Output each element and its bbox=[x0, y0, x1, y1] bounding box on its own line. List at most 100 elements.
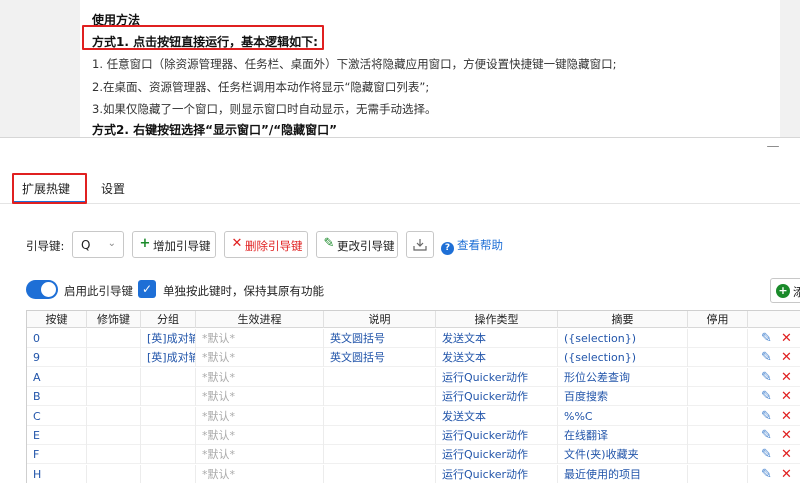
plus-circle-icon: + bbox=[776, 284, 790, 298]
table-row[interactable]: F *默认* 运行Quicker动作 文件(夹)收藏夹 ✎ ✕ bbox=[27, 445, 800, 465]
table-row[interactable]: A *默认* 运行Quicker动作 形位公差查询 ✎ ✕ bbox=[27, 367, 800, 387]
delete-row-icon[interactable]: ✕ bbox=[779, 467, 794, 482]
table-row[interactable]: E *默认* 运行Quicker动作 在线翻译 ✎ ✕ bbox=[27, 426, 800, 445]
delete-row-icon[interactable]: ✕ bbox=[779, 331, 794, 346]
pencil-icon: ✎ bbox=[323, 236, 335, 251]
import-button[interactable] bbox=[406, 231, 434, 258]
enable-leader-key-toggle[interactable] bbox=[26, 280, 58, 299]
col-summary[interactable]: 摘要 bbox=[558, 311, 688, 328]
minimize-button[interactable]: — bbox=[766, 140, 780, 156]
tab-settings[interactable]: 设置 bbox=[101, 180, 125, 197]
cell-type: 运行Quicker动作 bbox=[436, 367, 558, 387]
cell-proc: *默认* bbox=[196, 329, 324, 348]
leader-key-select[interactable]: Q ⌄ bbox=[72, 231, 124, 258]
cell-disabled bbox=[688, 426, 748, 445]
delete-row-icon[interactable]: ✕ bbox=[779, 370, 794, 385]
table-row[interactable]: 9 [英]成对输 *默认* 英文圆括号 发送文本 ({selection}) ✎ ✕ bbox=[27, 348, 800, 368]
cell-summary: 百度搜索 bbox=[558, 387, 688, 407]
table-row[interactable]: 0 [英]成对输 *默认* 英文圆括号 发送文本 ({selection}) ✎ ✕ bbox=[27, 329, 800, 348]
cell-disabled bbox=[688, 329, 748, 348]
edit-row-icon[interactable]: ✎ bbox=[759, 447, 774, 462]
cell-desc bbox=[324, 426, 436, 445]
table-row[interactable]: B *默认* 运行Quicker动作 百度搜索 ✎ ✕ bbox=[27, 387, 800, 407]
edit-row-icon[interactable]: ✎ bbox=[759, 331, 774, 346]
edit-row-icon[interactable]: ✎ bbox=[759, 370, 774, 385]
cell-mod bbox=[87, 406, 141, 426]
options-row: 启用此引导键 ✓ 单独按此键时，保持其原有功能 + 添 bbox=[0, 278, 800, 303]
doc-method-2: 方式2. 右键按钮选择“显示窗口”/“隐藏窗口” bbox=[92, 123, 338, 137]
delete-row-icon[interactable]: ✕ bbox=[779, 428, 794, 443]
add-hotkey-button[interactable]: + 添 bbox=[770, 278, 800, 303]
edit-row-icon[interactable]: ✎ bbox=[759, 467, 774, 482]
col-key[interactable]: 按键 bbox=[27, 311, 87, 328]
cell-desc bbox=[324, 445, 436, 465]
cell-type: 发送文本 bbox=[436, 329, 558, 348]
checkmark-icon: ✓ bbox=[141, 282, 153, 296]
cell-disabled bbox=[688, 367, 748, 387]
col-description[interactable]: 说明 bbox=[324, 311, 436, 328]
col-group[interactable]: 分组 bbox=[141, 311, 196, 328]
delete-row-icon[interactable]: ✕ bbox=[779, 409, 794, 424]
toggle-knob bbox=[41, 282, 56, 297]
edit-leader-key-button[interactable]: ✎ 更改引导键 bbox=[316, 231, 398, 258]
cell-summary: 在线翻译 bbox=[558, 426, 688, 445]
keep-original-function-label: 单独按此键时，保持其原有功能 bbox=[163, 284, 324, 298]
cell-proc: *默认* bbox=[196, 367, 324, 387]
table-header: 按键 修饰键 分组 生效进程 说明 操作类型 摘要 停用 bbox=[27, 311, 800, 328]
cell-type: 运行Quicker动作 bbox=[436, 387, 558, 407]
cell-key: 0 bbox=[27, 329, 87, 348]
delete-leader-key-button[interactable]: ✕ 删除引导键 bbox=[224, 231, 308, 258]
cell-group bbox=[141, 426, 196, 445]
doc-step-1: 1. 任意窗口（除资源管理器、任务栏、桌面外）下激活将隐藏应用窗口，方便设置快捷… bbox=[92, 57, 617, 71]
add-leader-key-button[interactable]: + 增加引导键 bbox=[132, 231, 216, 258]
cell-desc: 英文圆括号 bbox=[324, 329, 436, 348]
table-row[interactable]: H *默认* 运行Quicker动作 最近使用的项目 ✎ ✕ bbox=[27, 464, 800, 483]
edit-row-icon[interactable]: ✎ bbox=[759, 350, 774, 365]
cell-mod bbox=[87, 464, 141, 483]
edit-row-icon[interactable]: ✎ bbox=[759, 409, 774, 424]
enable-leader-key-label: 启用此引导键 bbox=[64, 284, 133, 298]
cell-mod bbox=[87, 387, 141, 407]
cell-type: 运行Quicker动作 bbox=[436, 445, 558, 465]
cell-key: A bbox=[27, 367, 87, 387]
help-link[interactable]: ? 查看帮助 bbox=[441, 237, 503, 255]
cell-disabled bbox=[688, 445, 748, 465]
edit-row-icon[interactable]: ✎ bbox=[759, 428, 774, 443]
col-process[interactable]: 生效进程 bbox=[196, 311, 324, 328]
cell-type: 发送文本 bbox=[436, 406, 558, 426]
toolbar: 引导键: Q ⌄ + 增加引导键 ✕ 删除引导键 ✎ 更改引导键 ? 查看帮助 bbox=[0, 230, 800, 258]
delete-row-icon[interactable]: ✕ bbox=[779, 447, 794, 462]
col-modifier[interactable]: 修饰键 bbox=[87, 311, 141, 328]
hotkey-table: 按键 修饰键 分组 生效进程 说明 操作类型 摘要 停用 0 [英]成对输 *默认*… bbox=[26, 310, 800, 483]
delete-row-icon[interactable]: ✕ bbox=[779, 389, 794, 404]
cell-key: C bbox=[27, 406, 87, 426]
cell-proc: *默认* bbox=[196, 426, 324, 445]
cell-type: 运行Quicker动作 bbox=[436, 464, 558, 483]
cell-disabled bbox=[688, 406, 748, 426]
cell-key: B bbox=[27, 387, 87, 407]
col-action-type[interactable]: 操作类型 bbox=[436, 311, 558, 328]
keep-original-function-checkbox[interactable]: ✓ bbox=[138, 280, 156, 298]
cell-group bbox=[141, 367, 196, 387]
cell-proc: *默认* bbox=[196, 348, 324, 368]
cell-group: [英]成对输 bbox=[141, 348, 196, 368]
cell-mod bbox=[87, 367, 141, 387]
col-disabled[interactable]: 停用 bbox=[688, 311, 748, 328]
cell-group bbox=[141, 445, 196, 465]
cell-proc: *默认* bbox=[196, 406, 324, 426]
cell-disabled bbox=[688, 464, 748, 483]
cell-mod bbox=[87, 348, 141, 368]
highlight-box-tab bbox=[12, 173, 87, 204]
cell-summary: 形位公差查询 bbox=[558, 367, 688, 387]
table-row[interactable]: C *默认* 发送文本 %%C ✎ ✕ bbox=[27, 406, 800, 426]
cell-summary: ({selection}) bbox=[558, 329, 688, 348]
edit-row-icon[interactable]: ✎ bbox=[759, 389, 774, 404]
cell-proc: *默认* bbox=[196, 387, 324, 407]
delete-row-icon[interactable]: ✕ bbox=[779, 350, 794, 365]
cell-desc bbox=[324, 406, 436, 426]
cell-desc bbox=[324, 464, 436, 483]
cell-summary: 最近使用的项目 bbox=[558, 464, 688, 483]
cell-summary: 文件(夹)收藏夹 bbox=[558, 445, 688, 465]
doc-step-2: 2.在桌面、资源管理器、任务栏调用本动作将显示“隐藏窗口列表”; bbox=[92, 80, 430, 94]
cell-group bbox=[141, 464, 196, 483]
